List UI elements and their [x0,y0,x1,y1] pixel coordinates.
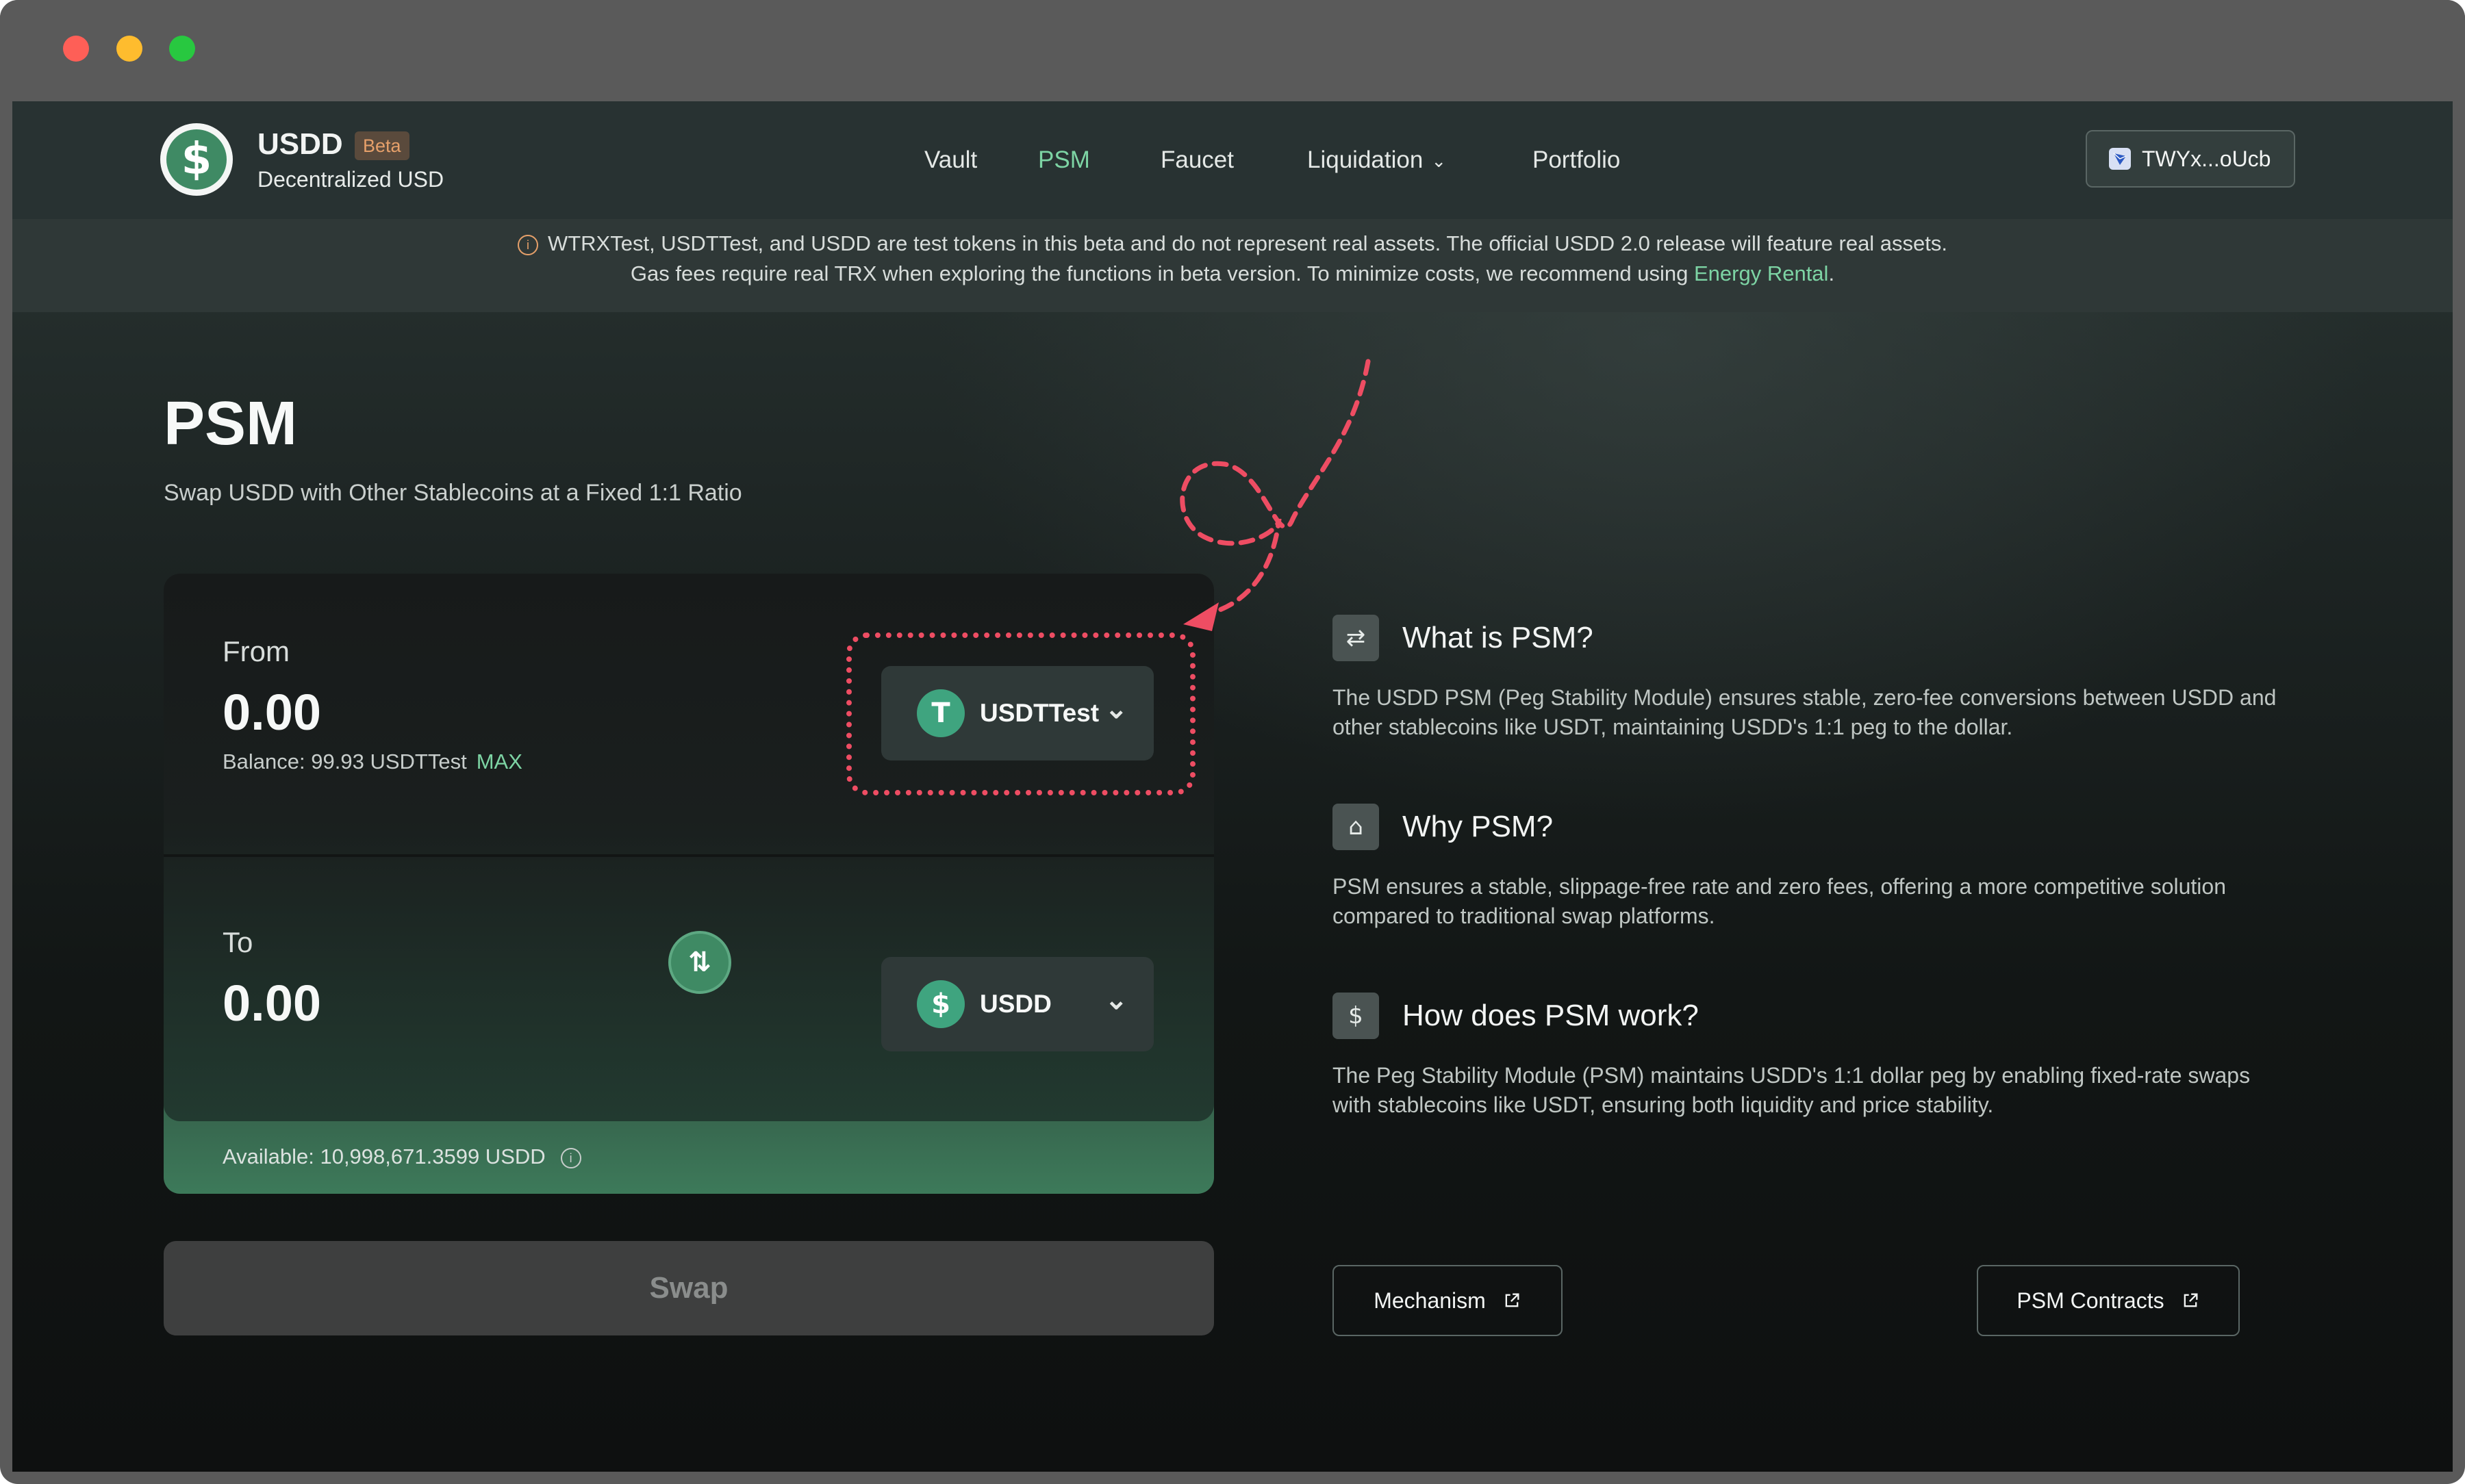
window-titlebar [0,0,2465,101]
usdd-logo-icon[interactable]: $ [160,123,233,196]
info-header: $ How does PSM work? [1332,993,1699,1039]
info-icon[interactable]: i [560,1147,581,1168]
mechanism-link-button[interactable]: Mechanism [1332,1265,1563,1336]
usdd-token-icon: $ [917,980,965,1028]
chevron-down-icon: ⌄ [1104,985,1128,1015]
nav-item-liquidation[interactable]: Liquidation ⌄ [1307,146,1446,174]
nav-item-vault[interactable]: Vault [924,146,977,174]
wallet-icon [2109,148,2131,170]
info-text: The Peg Stability Module (PSM) maintains… [1332,1063,2251,1117]
nav-item-psm[interactable]: PSM [1038,146,1090,174]
beta-badge: Beta [355,131,409,160]
info-header: ⇄ What is PSM? [1332,615,1593,661]
brand-name[interactable]: USDD [257,127,343,162]
zoom-window-button[interactable] [169,36,195,62]
card-divider [164,854,1214,857]
info-title: Why PSM? [1402,810,1554,843]
page-subtitle: Swap USDD with Other Stablecoins at a Fi… [164,480,742,506]
to-token-label: USDD [980,990,1052,1018]
mechanism-label: Mechanism [1374,1288,1486,1313]
minimize-window-button[interactable] [116,36,142,62]
nav-item-portfolio[interactable]: Portfolio [1532,146,1620,174]
from-balance-text: Balance: 99.93 USDTTest [223,750,467,773]
chevron-down-icon: ⌄ [1431,151,1447,172]
available-liquidity: Available: 10,998,671.3599 USDD i [223,1144,581,1169]
info-title: What is PSM? [1402,621,1593,654]
banner-text-2: Gas fees require real TRX when exploring… [630,261,1689,285]
swap-button[interactable]: Swap [164,1241,1214,1335]
from-amount-input[interactable]: 0.00 [223,683,321,741]
energy-rental-link[interactable]: Energy Rental [1694,261,1828,285]
swap-arrows-icon: ⇅ [688,947,711,978]
psm-contracts-link-button[interactable]: PSM Contracts [1977,1265,2240,1336]
wallet-button[interactable]: TWYx...oUcb [2086,130,2295,188]
exchange-icon: ⇄ [1332,615,1379,661]
browser-window: $ USDD Beta Decentralized USD Vault PSM … [0,0,2465,1484]
nav-item-faucet[interactable]: Faucet [1161,146,1234,174]
info-text: The USDD PSM (Peg Stability Module) ensu… [1332,685,2277,739]
external-link-icon [2184,1293,2198,1307]
info-text: PSM ensures a stable, slippage-free rate… [1332,874,2226,928]
from-label: From [223,635,290,667]
from-balance: Balance: 99.93 USDTTest MAX [223,750,522,774]
close-window-button[interactable] [63,36,89,62]
beta-notice-banner: i WTRXTest, USDTTest, and USDD are test t… [12,219,2453,312]
dollar-icon: $ [166,129,227,190]
coin-cycle-icon: $ [1332,993,1379,1039]
available-text: Available: 10,998,671.3599 USDD [223,1144,546,1168]
psm-contracts-label: PSM Contracts [2017,1288,2164,1313]
max-button[interactable]: MAX [477,750,522,773]
nav-item-liquidation-label: Liquidation [1307,146,1424,173]
bank-icon: ⌂ [1332,804,1379,850]
external-link-icon [1505,1293,1519,1307]
annotation-highlight-box [846,632,1196,795]
to-label: To [223,926,253,958]
info-header: ⌂ Why PSM? [1332,804,1553,850]
info-title: How does PSM work? [1402,999,1699,1032]
banner-line-2: Gas fees require real TRX when exploring… [12,261,2453,286]
wallet-address: TWYx...oUcb [2142,146,2271,171]
banner-text-1: WTRXTest, USDTTest, and USDD are test to… [547,231,1948,255]
to-token-select[interactable]: $ USDD ⌄ [881,957,1154,1051]
brand-tagline: Decentralized USD [257,167,444,192]
to-amount: 0.00 [223,975,322,1032]
page-title: PSM [164,389,298,458]
swap-direction-button[interactable]: ⇅ [668,931,731,994]
banner-text-2-suffix: . [1828,261,1835,285]
banner-line-1: i WTRXTest, USDTTest, and USDD are test t… [12,231,2453,256]
app-content: $ USDD Beta Decentralized USD Vault PSM … [12,101,2453,1472]
info-icon: i [517,234,538,255]
top-navbar: $ USDD Beta Decentralized USD Vault PSM … [12,101,2453,219]
